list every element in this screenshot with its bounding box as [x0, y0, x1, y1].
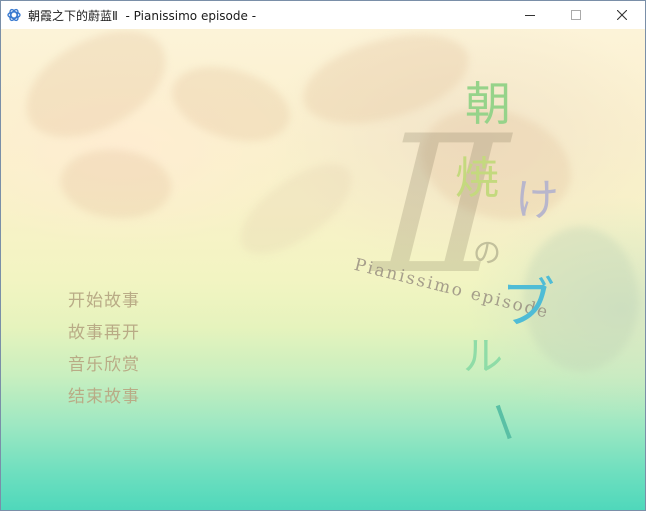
title-bar[interactable]: 朝霞之下的蔚蓝Ⅱ - Pianissimo episode -: [1, 1, 645, 29]
background-leaf: [161, 46, 301, 162]
logo-char: ル: [463, 334, 503, 380]
menu-item-start-story[interactable]: 开始故事: [68, 293, 140, 310]
game-window: 朝霞之下的蔚蓝Ⅱ - Pianissimo episode - Ⅱ Pianis…: [0, 0, 646, 511]
window-controls: [507, 1, 645, 29]
close-button[interactable]: [599, 1, 645, 29]
minimize-button[interactable]: [507, 1, 553, 29]
main-menu: 开始故事 故事再开 音乐欣赏 结束故事: [68, 293, 140, 421]
maximize-button[interactable]: [553, 1, 599, 29]
title-screen: Ⅱ Pianissimo episode 朝 焼 け の ブ ル ー 开始故事 …: [1, 29, 645, 510]
background-leaf: [53, 135, 179, 233]
background-leaf: [224, 150, 368, 268]
background-leaf: [10, 29, 182, 152]
menu-item-end-story[interactable]: 结束故事: [68, 389, 140, 406]
logo-char: の: [473, 236, 502, 269]
menu-item-music-gallery[interactable]: 音乐欣赏: [68, 357, 140, 374]
logo-char: 朝: [465, 77, 511, 131]
logo-char: ー: [469, 393, 533, 453]
logo-char: け: [515, 175, 559, 226]
logo-char: 焼: [455, 153, 499, 204]
minimize-icon: [525, 15, 535, 16]
app-icon: [6, 7, 22, 23]
close-icon: [617, 10, 627, 20]
window-title: 朝霞之下的蔚蓝Ⅱ - Pianissimo episode -: [28, 8, 257, 23]
logo-char: ブ: [501, 272, 555, 335]
maximize-icon: [571, 10, 581, 20]
menu-item-continue-story[interactable]: 故事再开: [68, 325, 140, 342]
